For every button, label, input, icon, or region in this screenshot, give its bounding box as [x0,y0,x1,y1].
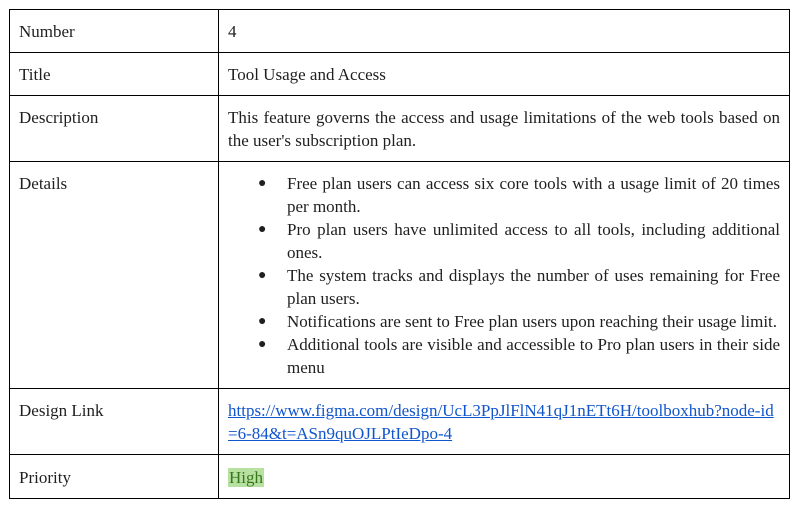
row-priority: Priority High [9,454,790,499]
bullet-icon: ● [258,222,267,237]
title-label: Title [9,52,219,96]
bullet-icon: ● [258,337,267,352]
priority-value-cell: High [218,454,790,499]
details-list-item: ● Pro plan users have unlimited access to… [258,218,780,264]
design-link-value: https://www.figma.com/design/UcL3PpJlFlN… [218,388,790,455]
number-label: Number [9,9,219,53]
number-value: 4 [218,9,790,53]
bullet-icon: ● [258,176,267,191]
details-label: Details [9,161,219,389]
row-design-link: Design Link https://www.figma.com/design… [9,388,790,455]
bullet-icon: ● [258,268,267,283]
figma-design-link[interactable]: https://www.figma.com/design/UcL3PpJlFlN… [228,401,774,443]
row-title: Title Tool Usage and Access [9,52,790,96]
row-description: Description This feature governs the acc… [9,95,790,162]
details-value: ● Free plan users can access six core too… [218,161,790,389]
details-item-text: The system tracks and displays the numbe… [287,266,780,308]
details-item-text: Pro plan users have unlimited access to … [287,220,780,262]
details-list: ● Free plan users can access six core too… [228,172,780,379]
feature-spec-table: Number 4 Title Tool Usage and Access Des… [9,9,790,499]
title-value: Tool Usage and Access [218,52,790,96]
description-label: Description [9,95,219,162]
row-number: Number 4 [9,9,790,53]
priority-badge: High [228,468,264,487]
priority-label: Priority [9,454,219,499]
details-list-item: ● Free plan users can access six core too… [258,172,780,218]
details-item-text: Notifications are sent to Free plan user… [287,312,778,331]
details-list-item: ● The system tracks and displays the numb… [258,264,780,310]
design-link-label: Design Link [9,388,219,455]
details-list-item: ● Notifications are sent to Free plan use… [258,310,780,333]
details-list-item: ● Additional tools are visible and access… [258,333,780,379]
details-item-text: Additional tools are visible and accessi… [287,335,780,377]
details-item-text: Free plan users can access six core tool… [287,174,780,216]
description-value: This feature governs the access and usag… [218,95,790,162]
row-details: Details ● Free plan users can access six … [9,161,790,389]
bullet-icon: ● [258,314,267,329]
